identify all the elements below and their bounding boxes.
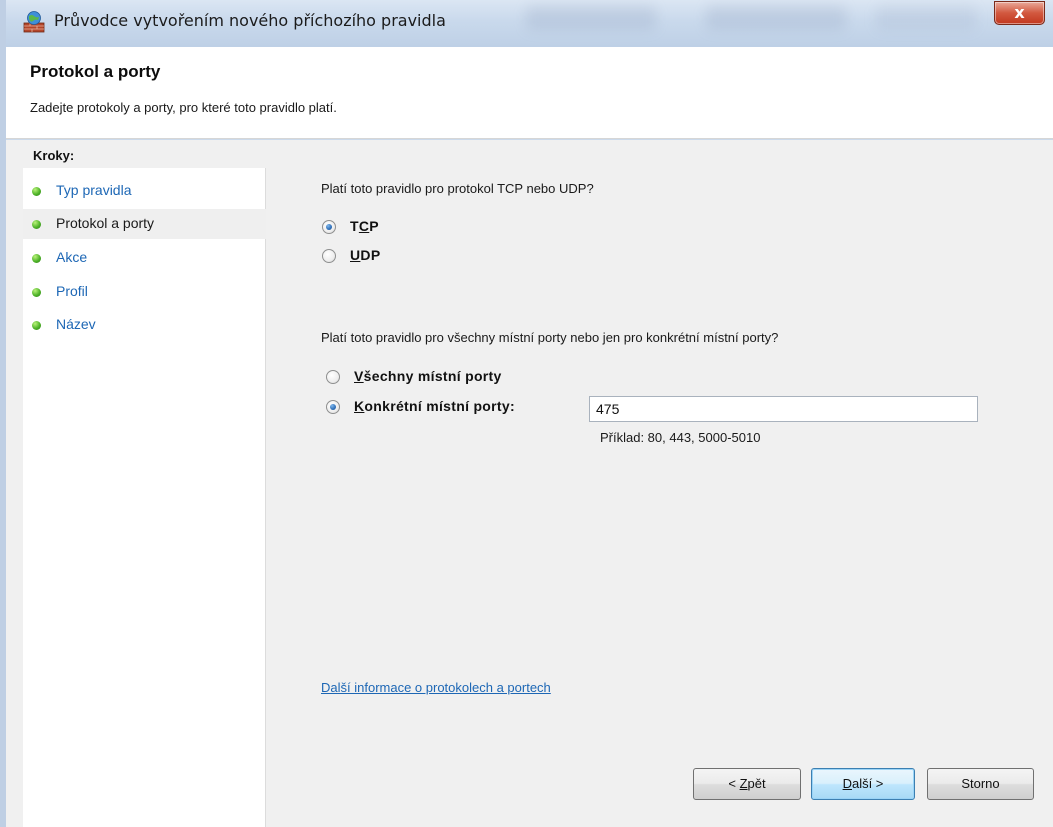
step-status-icon <box>32 254 41 263</box>
step-label: Akce <box>56 249 88 265</box>
radio-button-checked[interactable] <box>326 400 340 414</box>
background-blur <box>876 6 976 30</box>
window-title: Průvodce vytvořením nového příchozího pr… <box>54 11 446 30</box>
radio-button[interactable] <box>326 370 340 384</box>
step-status-icon <box>32 187 41 196</box>
step-protokol-a-porty[interactable]: Protokol a porty <box>23 209 266 239</box>
tcp-radio[interactable]: TCP <box>322 218 442 238</box>
radio-button[interactable] <box>322 249 336 263</box>
page-subtitle: Zadejte protokoly a porty, pro které tot… <box>30 100 337 115</box>
udp-label: UDP <box>350 247 381 263</box>
step-status-icon <box>32 288 41 297</box>
protocol-question: Platí toto pravidlo pro protokol TCP neb… <box>321 181 594 196</box>
close-button[interactable]: x <box>994 1 1045 25</box>
steps-heading: Kroky: <box>23 140 266 168</box>
steps-panel: Kroky: Typ pravidla Protokol a porty Akc… <box>23 140 266 827</box>
specific-ports-radio[interactable]: Konkrétní místní porty: <box>326 398 576 418</box>
ports-example-hint: Příklad: 80, 443, 5000-5010 <box>600 430 761 445</box>
close-icon: x <box>1014 3 1025 22</box>
step-profil[interactable]: Profil <box>23 277 266 307</box>
step-akce[interactable]: Akce <box>23 243 266 273</box>
step-label: Typ pravidla <box>56 182 132 198</box>
wizard-header: Protokol a porty Zadejte protokoly a por… <box>6 47 1053 139</box>
more-info-link[interactable]: Další informace o protokolech a portech <box>321 680 551 695</box>
firewall-icon <box>23 11 45 33</box>
radio-button-checked[interactable] <box>322 220 336 234</box>
step-label: Profil <box>56 283 88 299</box>
all-ports-label: Všechny místní porty <box>354 368 502 384</box>
specific-ports-label: Konkrétní místní porty: <box>354 398 515 414</box>
background-blur <box>526 6 656 30</box>
all-ports-radio[interactable]: Všechny místní porty <box>326 368 566 388</box>
step-typ-pravidla[interactable]: Typ pravidla <box>23 176 266 206</box>
step-nazev[interactable]: Název <box>23 310 266 340</box>
ports-question: Platí toto pravidlo pro všechny místní p… <box>321 330 779 345</box>
specific-ports-input[interactable] <box>589 396 978 422</box>
next-button[interactable]: Další > <box>811 768 915 800</box>
back-button[interactable]: < Zpět <box>693 768 801 800</box>
page-title: Protokol a porty <box>30 62 161 81</box>
title-bar[interactable]: Průvodce vytvořením nového příchozího pr… <box>6 0 1053 47</box>
step-label: Protokol a porty <box>56 215 155 231</box>
background-blur <box>706 6 846 30</box>
step-status-icon <box>32 321 41 330</box>
tcp-label: TCP <box>350 218 379 234</box>
cancel-button[interactable]: Storno <box>927 768 1034 800</box>
udp-radio[interactable]: UDP <box>322 247 442 267</box>
step-label: Název <box>56 316 96 332</box>
wizard-window: Průvodce vytvořením nového příchozího pr… <box>0 0 1053 827</box>
step-status-icon <box>32 220 41 229</box>
